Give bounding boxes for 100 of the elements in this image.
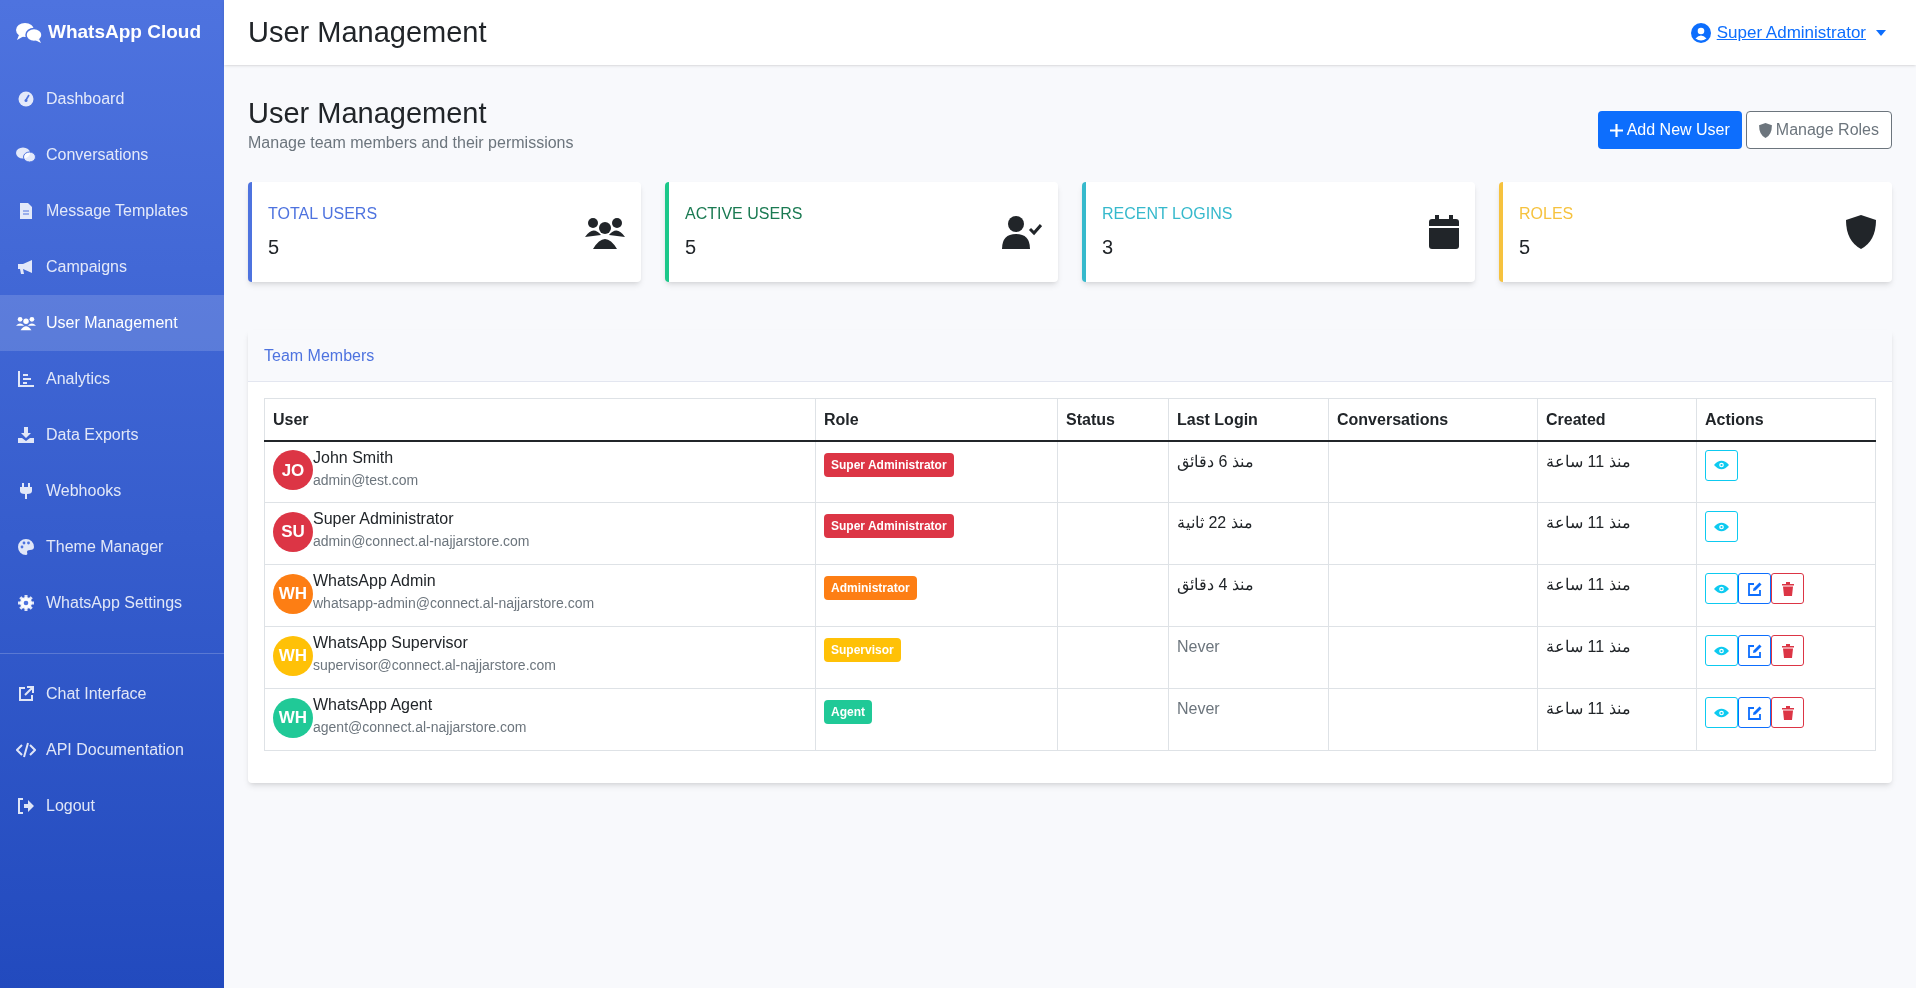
- section-subtitle: Manage team members and their permissions: [248, 133, 574, 154]
- trash-icon: [1781, 705, 1794, 720]
- created-date: منذ 11 ساعة: [1546, 452, 1631, 470]
- card-title: Team Members: [264, 345, 375, 366]
- add-user-button[interactable]: Add New User: [1597, 111, 1742, 149]
- column-header: Conversations: [1328, 398, 1538, 441]
- trash-icon: [1781, 581, 1794, 596]
- brand-name: WhatsApp Cloud: [48, 20, 202, 45]
- avatar: WH: [273, 573, 313, 614]
- shield-icon: [1846, 215, 1876, 250]
- role-badge: Super Administrator: [824, 514, 954, 539]
- role-badge: Agent: [824, 700, 872, 725]
- avatar: WH: [273, 697, 313, 738]
- section-heading: User Management: [248, 96, 488, 131]
- last-login: منذ 6 دقائق: [1177, 452, 1254, 470]
- nav-item[interactable]: Theme Manager: [0, 519, 224, 575]
- eye-icon: [1714, 707, 1729, 718]
- user-menu[interactable]: Super Administrator: [1690, 19, 1886, 46]
- nav-item[interactable]: Campaigns: [0, 239, 224, 295]
- edit-icon: [1747, 643, 1762, 658]
- nav-item[interactable]: API Documentation: [0, 722, 224, 778]
- nav-item[interactable]: Message Templates: [0, 183, 224, 239]
- user-circle-icon: [1690, 22, 1711, 43]
- caret-icon: [1876, 29, 1886, 36]
- avatar: JO: [273, 450, 313, 491]
- code-icon: [16, 742, 36, 758]
- chat-bubbles-icon: [16, 21, 42, 44]
- role-badge: Administrator: [824, 576, 917, 601]
- delete-button[interactable]: [1771, 573, 1804, 605]
- last-login: منذ 22 ثانية: [1177, 514, 1253, 532]
- last-login: منذ 4 دقائق: [1177, 576, 1254, 594]
- eye-icon: [1714, 460, 1729, 471]
- calendar-icon: [1429, 215, 1459, 250]
- edit-icon: [1747, 581, 1762, 596]
- eye-icon: [1714, 645, 1729, 656]
- column-header: User: [264, 398, 816, 441]
- external-link-icon: [16, 686, 36, 702]
- user-check-icon: [1002, 215, 1042, 250]
- created-date: منذ 11 ساعة: [1546, 576, 1631, 594]
- plus-icon: [1609, 123, 1623, 137]
- last-login: Never: [1177, 638, 1220, 656]
- stat-value: 3: [1102, 235, 1115, 261]
- manage-roles-button[interactable]: Manage Roles: [1745, 111, 1892, 149]
- nav-item[interactable]: Analytics: [0, 351, 224, 407]
- edit-button[interactable]: [1738, 697, 1771, 729]
- bar-chart-icon: [16, 371, 36, 387]
- role-badge: Supervisor: [824, 638, 901, 663]
- nav-item[interactable]: Conversations: [0, 127, 224, 183]
- column-header: Created: [1537, 398, 1697, 441]
- user-email: admin@connect.al-najjarstore.com: [313, 532, 530, 552]
- page-title: User Management: [248, 14, 487, 50]
- chat-bubbles-icon: [16, 147, 36, 163]
- stat-value: 5: [685, 235, 698, 261]
- user-name: WhatsApp Admin: [313, 571, 437, 592]
- users-icon: [16, 315, 36, 331]
- stat-label: RECENT LOGINS: [1102, 204, 1233, 225]
- user-email: admin@test.com: [313, 470, 419, 490]
- nav-item[interactable]: Dashboard: [0, 71, 224, 127]
- created-date: منذ 11 ساعة: [1546, 700, 1631, 718]
- stat-value: 5: [268, 235, 281, 261]
- last-login: Never: [1177, 700, 1220, 718]
- created-date: منذ 11 ساعة: [1546, 638, 1631, 656]
- edit-button[interactable]: [1738, 573, 1771, 605]
- column-header: Role: [815, 398, 1058, 441]
- user-name: John Smith: [313, 447, 395, 468]
- user-email: agent@connect.al-najjarstore.com: [313, 718, 527, 738]
- logout-icon: [16, 798, 36, 814]
- nav-item[interactable]: Data Exports: [0, 407, 224, 463]
- role-badge: Super Administrator: [824, 452, 954, 477]
- users-icon: [585, 215, 625, 250]
- avatar: WH: [273, 635, 313, 676]
- stat-value: 5: [1519, 235, 1532, 261]
- trash-icon: [1781, 643, 1794, 658]
- column-header: Status: [1057, 398, 1169, 441]
- user-name: WhatsApp Supervisor: [313, 633, 469, 654]
- nav-item[interactable]: User Management: [0, 295, 224, 351]
- delete-button[interactable]: [1771, 697, 1804, 729]
- user-email: whatsapp-admin@connect.al-najjarstore.com: [313, 594, 595, 614]
- column-header: Last Login: [1168, 398, 1329, 441]
- gear-icon: [16, 595, 36, 611]
- user-name: WhatsApp Agent: [313, 695, 434, 716]
- user-name: Super Administrator: [313, 509, 455, 530]
- palette-icon: [16, 539, 36, 555]
- stat-label: ROLES: [1519, 204, 1574, 225]
- created-date: منذ 11 ساعة: [1546, 514, 1631, 532]
- eye-icon: [1714, 583, 1729, 594]
- avatar: SU: [273, 511, 313, 552]
- eye-icon: [1714, 521, 1729, 532]
- nav-item[interactable]: Chat Interface: [0, 666, 224, 722]
- delete-button[interactable]: [1771, 635, 1804, 667]
- stat-label: TOTAL USERS: [268, 204, 378, 225]
- column-header: Actions: [1696, 398, 1876, 441]
- nav-item[interactable]: WhatsApp Settings: [0, 575, 224, 631]
- nav-item[interactable]: Webhooks: [0, 463, 224, 519]
- nav-item[interactable]: Logout: [0, 778, 224, 834]
- edit-icon: [1747, 705, 1762, 720]
- gauge-icon: [16, 91, 36, 107]
- edit-button[interactable]: [1738, 635, 1771, 667]
- shield-icon: [1758, 122, 1772, 138]
- download-icon: [16, 427, 36, 443]
